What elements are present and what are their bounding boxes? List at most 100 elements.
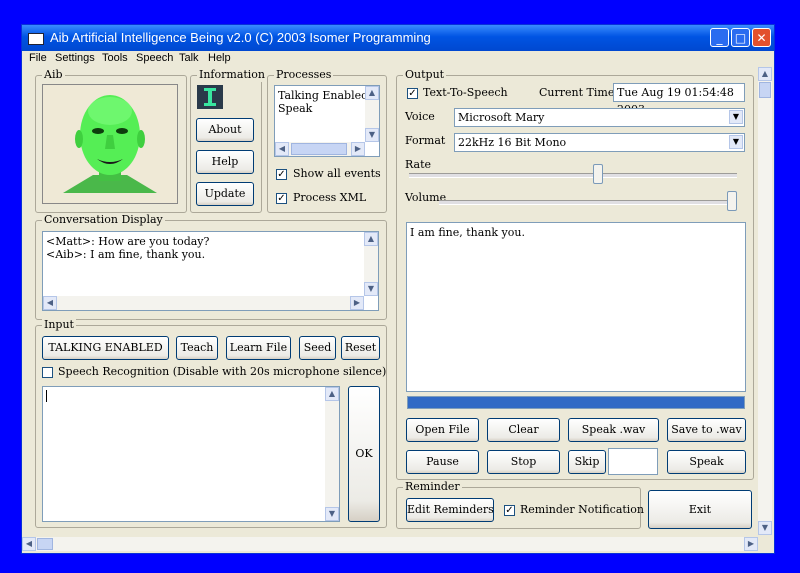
- open-file-button[interactable]: Open File: [406, 418, 479, 442]
- current-time-field: Tue Aug 19 01:54:48 2003: [613, 83, 745, 116]
- menu-settings[interactable]: Settings: [55, 52, 95, 64]
- reminder-label: Reminder: [403, 480, 462, 494]
- scroll-up-icon[interactable]: ▲: [325, 387, 339, 401]
- process-item[interactable]: Speak: [278, 102, 312, 115]
- menu-file[interactable]: File: [29, 52, 47, 64]
- processes-vscroll[interactable]: ▲ ▼: [365, 86, 379, 142]
- output-group: Output ✓ Text-To-Speech Current Time: Tu…: [396, 68, 754, 480]
- reset-button[interactable]: Reset: [341, 336, 380, 360]
- format-label: Format: [405, 134, 446, 147]
- scroll-down-icon[interactable]: ▼: [365, 128, 379, 142]
- input-textarea[interactable]: ▲ ▼: [42, 386, 340, 522]
- volume-thumb[interactable]: [727, 191, 737, 211]
- speak-wav-button[interactable]: Speak .wav: [568, 418, 659, 442]
- rate-thumb[interactable]: [593, 164, 603, 184]
- format-select[interactable]: 22kHz 16 Bit Mono ▼: [454, 133, 745, 152]
- skip-field[interactable]: [608, 448, 658, 475]
- update-button[interactable]: Update: [196, 182, 254, 206]
- speech-progress-bar: [407, 396, 745, 409]
- stop-button[interactable]: Stop: [487, 450, 560, 474]
- process-item[interactable]: Talking Enablec: [278, 89, 367, 102]
- output-label: Output: [403, 68, 447, 82]
- tts-checkbox[interactable]: ✓: [407, 88, 418, 99]
- output-textarea[interactable]: I am fine, thank you.: [406, 222, 746, 392]
- scroll-right-icon[interactable]: ▶: [351, 142, 365, 156]
- edit-reminders-button[interactable]: Edit Reminders: [406, 498, 494, 522]
- information-label: Information: [197, 68, 268, 82]
- menu-bar: File Settings Tools Speech Talk Help: [22, 51, 774, 66]
- conversation-display[interactable]: <Matt>: How are you today? <Aib>: I am f…: [42, 231, 379, 311]
- show-all-events-label: Show all events: [293, 167, 381, 180]
- process-xml-checkbox[interactable]: ✓: [276, 193, 287, 204]
- chevron-down-icon[interactable]: ▼: [729, 110, 743, 124]
- learn-file-button[interactable]: Learn File: [226, 336, 291, 360]
- rate-slider[interactable]: [409, 164, 737, 186]
- window-hscroll[interactable]: ◀ ▶: [22, 537, 758, 551]
- minimize-button[interactable]: _: [710, 28, 729, 47]
- menu-speech[interactable]: Speech: [136, 52, 173, 64]
- close-button[interactable]: ✕: [752, 28, 771, 47]
- scroll-up-icon[interactable]: ▲: [758, 67, 772, 81]
- conversation-vscroll[interactable]: ▲ ▼: [364, 232, 378, 296]
- scroll-thumb[interactable]: [291, 143, 347, 155]
- information-group: Information About Help Update: [190, 68, 268, 213]
- exit-button[interactable]: Exit: [648, 490, 752, 529]
- maximize-button[interactable]: □: [731, 28, 750, 47]
- show-all-events-checkbox[interactable]: ✓: [276, 169, 287, 180]
- teach-button[interactable]: Teach: [176, 336, 218, 360]
- conversation-group: Conversation Display <Matt>: How are you…: [35, 213, 387, 320]
- reminder-notification-checkbox[interactable]: ✓: [504, 505, 515, 516]
- scroll-left-icon[interactable]: ◀: [22, 537, 36, 551]
- skip-button[interactable]: Skip: [568, 450, 606, 474]
- ok-button[interactable]: OK: [348, 386, 380, 522]
- scroll-left-icon[interactable]: ◀: [275, 142, 289, 156]
- speech-recognition-label: Speech Recognition (Disable with 20s mic…: [58, 365, 387, 378]
- output-text: I am fine, thank you.: [410, 226, 525, 239]
- menu-talk[interactable]: Talk: [179, 52, 199, 64]
- speech-progress-fill: [408, 397, 744, 408]
- menu-help[interactable]: Help: [208, 52, 231, 64]
- speak-button[interactable]: Speak: [667, 450, 746, 474]
- scroll-down-icon[interactable]: ▼: [364, 282, 378, 296]
- help-button[interactable]: Help: [196, 150, 254, 174]
- pause-button[interactable]: Pause: [406, 450, 479, 474]
- scroll-down-icon[interactable]: ▼: [758, 521, 772, 535]
- reminder-group: Reminder Edit Reminders ✓ Reminder Notif…: [396, 480, 644, 529]
- volume-track: [439, 200, 737, 205]
- scroll-up-icon[interactable]: ▲: [364, 232, 378, 246]
- save-wav-button[interactable]: Save to .wav: [667, 418, 746, 442]
- app-icon: [28, 33, 44, 45]
- scroll-right-icon[interactable]: ▶: [744, 537, 758, 551]
- scroll-thumb[interactable]: [759, 82, 771, 98]
- about-button[interactable]: About: [196, 118, 254, 142]
- clear-button[interactable]: Clear: [487, 418, 560, 442]
- window-vscroll[interactable]: ▲ ▼: [758, 67, 772, 535]
- format-value: 22kHz 16 Bit Mono: [458, 136, 567, 149]
- talking-enabled-button[interactable]: TALKING ENABLED: [42, 336, 169, 360]
- conversation-hscroll[interactable]: ◀ ▶: [43, 296, 364, 310]
- scroll-up-icon[interactable]: ▲: [365, 86, 379, 100]
- input-label: Input: [42, 318, 76, 332]
- input-group: Input TALKING ENABLED Teach Learn File S…: [35, 318, 387, 528]
- voice-value: Microsoft Mary: [458, 111, 545, 124]
- aib-face-icon: [63, 95, 157, 193]
- scroll-down-icon[interactable]: ▼: [325, 507, 339, 521]
- scroll-left-icon[interactable]: ◀: [43, 296, 57, 310]
- window-title: Aib Artificial Intelligence Being v2.0 (…: [50, 30, 431, 45]
- main-window: Aib Artificial Intelligence Being v2.0 (…: [21, 24, 775, 554]
- seed-button[interactable]: Seed: [299, 336, 336, 360]
- conversation-line: <Aib>: I am fine, thank you.: [46, 248, 206, 261]
- info-logo-icon: [197, 85, 223, 109]
- scroll-right-icon[interactable]: ▶: [350, 296, 364, 310]
- input-vscroll[interactable]: ▲ ▼: [325, 387, 339, 521]
- menu-tools[interactable]: Tools: [102, 52, 128, 64]
- aib-group: Aib: [35, 68, 187, 213]
- processes-hscroll[interactable]: ◀ ▶: [275, 142, 365, 156]
- speech-recognition-checkbox[interactable]: [42, 367, 53, 378]
- scroll-thumb[interactable]: [37, 538, 53, 550]
- processes-list[interactable]: Talking Enablec Speak ▲ ▼ ◀ ▶: [274, 85, 380, 157]
- chevron-down-icon[interactable]: ▼: [729, 135, 743, 149]
- voice-select[interactable]: Microsoft Mary ▼: [454, 108, 745, 127]
- title-bar[interactable]: Aib Artificial Intelligence Being v2.0 (…: [22, 25, 774, 51]
- volume-slider[interactable]: [409, 191, 737, 213]
